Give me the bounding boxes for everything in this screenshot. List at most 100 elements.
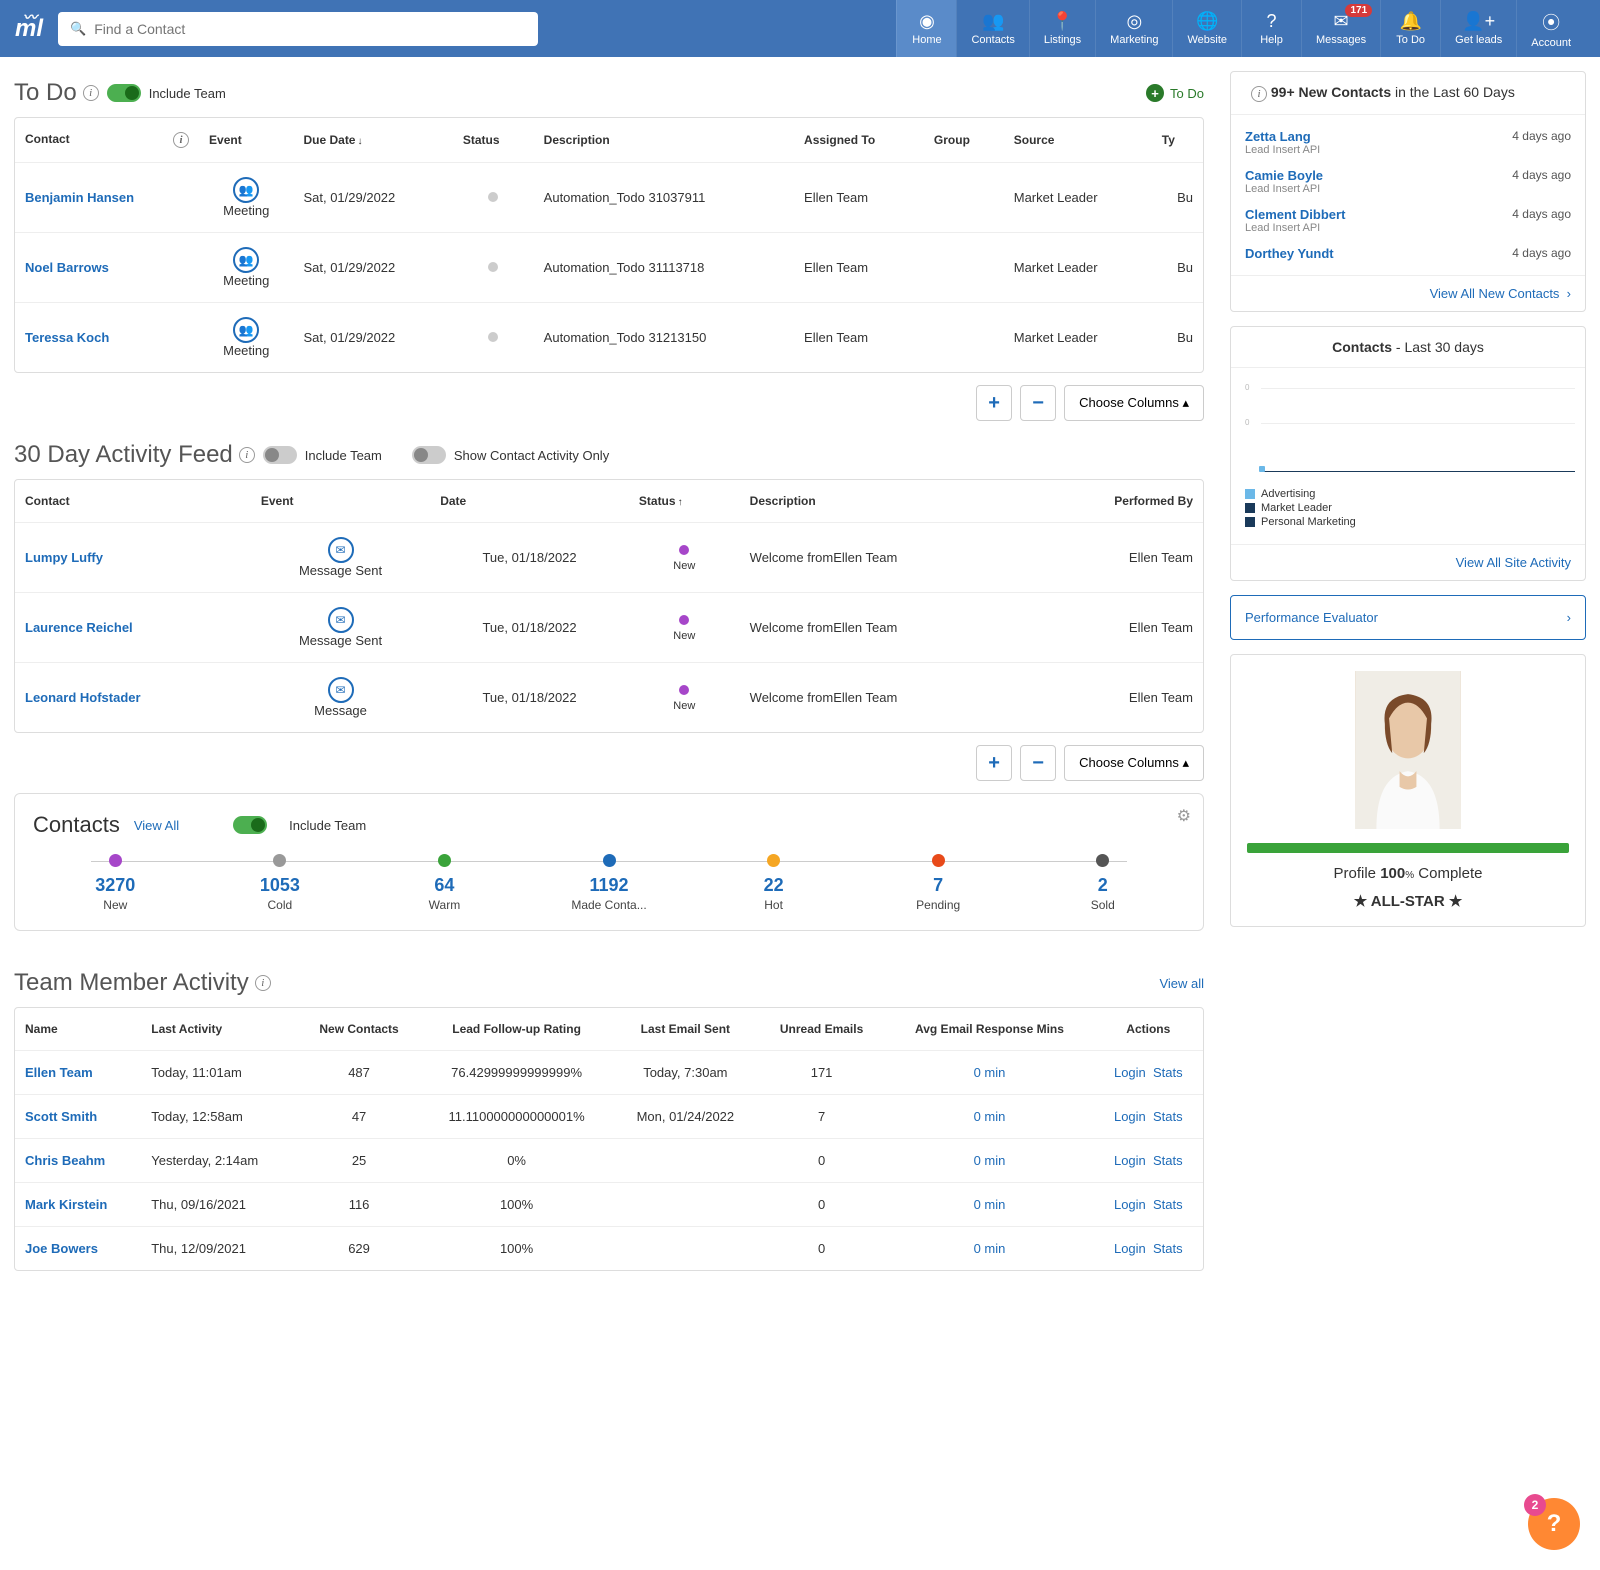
- gear-icon[interactable]: ⚙: [1177, 806, 1191, 826]
- team-view-all[interactable]: View all: [1159, 976, 1204, 991]
- stage-pending[interactable]: 7Pending: [856, 854, 1021, 912]
- contact-link[interactable]: Lumpy Luffy: [25, 550, 103, 565]
- stage-warm[interactable]: 64Warm: [362, 854, 527, 912]
- activity-table: ContactEventDateStatus↑DescriptionPerfor…: [15, 480, 1203, 732]
- col-header[interactable]: Ty: [1152, 118, 1203, 163]
- table-row: Noel Barrows 👥Meeting Sat, 01/29/2022 Au…: [15, 233, 1203, 303]
- stage-madeconta[interactable]: 1192Made Conta...: [527, 854, 692, 912]
- col-header[interactable]: New Contacts: [298, 1008, 421, 1051]
- meeting-icon: 👥: [233, 177, 259, 203]
- contact-link[interactable]: Benjamin Hansen: [25, 190, 134, 205]
- col-header[interactable]: Avg Email Response Mins: [885, 1008, 1093, 1051]
- contact-link[interactable]: Leonard Hofstader: [25, 690, 141, 705]
- stats-link[interactable]: Stats: [1153, 1197, 1183, 1212]
- contacts-include-team-toggle[interactable]: [233, 816, 267, 834]
- stage-sold[interactable]: 2Sold: [1020, 854, 1185, 912]
- member-link[interactable]: Mark Kirstein: [25, 1197, 107, 1212]
- col-header[interactable]: Status: [453, 118, 534, 163]
- remove-column-button[interactable]: −: [1020, 745, 1056, 781]
- stage-new[interactable]: 3270New: [33, 854, 198, 912]
- nav-account[interactable]: ⦿Account: [1516, 0, 1585, 57]
- contact-link[interactable]: Noel Barrows: [25, 260, 109, 275]
- col-header[interactable]: Description: [534, 118, 794, 163]
- logo[interactable]: ml: [15, 15, 43, 43]
- col-header[interactable]: Event: [251, 480, 430, 523]
- add-todo-button[interactable]: + To Do: [1146, 84, 1204, 102]
- col-header[interactable]: Status↑: [629, 480, 740, 523]
- col-header[interactable]: Due Date↓: [293, 118, 452, 163]
- help-fab[interactable]: ? 2: [1528, 1498, 1580, 1550]
- member-link[interactable]: Chris Beahm: [25, 1153, 105, 1168]
- search-input[interactable]: [94, 21, 526, 37]
- col-header[interactable]: Performed By: [1031, 480, 1203, 523]
- stage-hot[interactable]: 22Hot: [691, 854, 856, 912]
- col-header[interactable]: Description: [740, 480, 1032, 523]
- col-header[interactable]: Unread Emails: [758, 1008, 885, 1051]
- col-header[interactable]: Name: [15, 1008, 141, 1051]
- col-header[interactable]: Contact: [15, 480, 251, 523]
- nav-contacts[interactable]: 👥Contacts: [956, 0, 1028, 57]
- contact-link[interactable]: Camie Boyle: [1245, 168, 1323, 183]
- fab-badge: 2: [1524, 1494, 1546, 1516]
- stats-link[interactable]: Stats: [1153, 1065, 1183, 1080]
- contact-link[interactable]: Clement Dibbert: [1245, 207, 1345, 222]
- nav-messages[interactable]: 171✉Messages: [1301, 0, 1380, 57]
- info-icon[interactable]: i: [255, 975, 271, 991]
- contact-link[interactable]: Laurence Reichel: [25, 620, 133, 635]
- info-icon[interactable]: i: [1251, 86, 1267, 102]
- login-link[interactable]: Login: [1114, 1241, 1146, 1256]
- login-link[interactable]: Login: [1114, 1109, 1146, 1124]
- nav-marketing[interactable]: ◎Marketing: [1095, 0, 1172, 57]
- stats-link[interactable]: Stats: [1153, 1241, 1183, 1256]
- col-header[interactable]: Date: [430, 480, 629, 523]
- message-icon: ✉: [328, 677, 354, 703]
- todo-include-team-toggle[interactable]: [107, 84, 141, 102]
- contact-link[interactable]: Zetta Lang: [1245, 129, 1320, 144]
- stats-link[interactable]: Stats: [1153, 1109, 1183, 1124]
- performance-evaluator[interactable]: Performance Evaluator ›: [1230, 595, 1586, 640]
- activity-contact-only-toggle[interactable]: [412, 446, 446, 464]
- chevron-right-icon: ›: [1567, 610, 1571, 625]
- col-header[interactable]: Event: [199, 118, 293, 163]
- nav-to-do[interactable]: 🔔To Do: [1380, 0, 1440, 57]
- contact-link[interactable]: Teressa Koch: [25, 330, 109, 345]
- col-header[interactable]: Last Email Sent: [613, 1008, 758, 1051]
- stage-cold[interactable]: 1053Cold: [198, 854, 363, 912]
- contacts-view-all[interactable]: View All: [134, 818, 179, 833]
- member-link[interactable]: Scott Smith: [25, 1109, 97, 1124]
- col-header[interactable]: Lead Follow-up Rating: [420, 1008, 613, 1051]
- remove-column-button[interactable]: −: [1020, 385, 1056, 421]
- nav-website[interactable]: 🌐Website: [1172, 0, 1241, 57]
- allstar-badge: ★ ALL-STAR ★: [1247, 892, 1569, 910]
- info-icon[interactable]: i: [83, 85, 99, 101]
- choose-columns-button[interactable]: Choose Columns ▴: [1064, 385, 1204, 421]
- nav-listings[interactable]: 📍Listings: [1029, 0, 1095, 57]
- view-all-new-contacts[interactable]: View All New Contacts ›: [1430, 286, 1571, 301]
- member-link[interactable]: Ellen Team: [25, 1065, 93, 1080]
- nav-help[interactable]: ?Help: [1241, 0, 1301, 57]
- nav-get-leads[interactable]: 👤+Get leads: [1440, 0, 1516, 57]
- col-header[interactable]: Assigned To: [794, 118, 924, 163]
- choose-columns-button[interactable]: Choose Columns ▴: [1064, 745, 1204, 781]
- member-link[interactable]: Joe Bowers: [25, 1241, 98, 1256]
- view-all-site-activity[interactable]: View All Site Activity: [1456, 555, 1571, 570]
- add-column-button[interactable]: +: [976, 385, 1012, 421]
- nav-home[interactable]: ◉Home: [896, 0, 956, 57]
- search-box[interactable]: 🔍: [58, 12, 538, 46]
- info-icon[interactable]: i: [239, 447, 255, 463]
- col-header[interactable]: Last Activity: [141, 1008, 298, 1051]
- col-header[interactable]: Actions: [1094, 1008, 1203, 1051]
- contact-link[interactable]: Dorthey Yundt: [1245, 246, 1334, 261]
- activity-include-team-toggle[interactable]: [263, 446, 297, 464]
- login-link[interactable]: Login: [1114, 1197, 1146, 1212]
- login-link[interactable]: Login: [1114, 1153, 1146, 1168]
- todo-include-team-label: Include Team: [149, 86, 226, 101]
- col-header[interactable]: Source: [1004, 118, 1152, 163]
- activity-contact-only-label: Show Contact Activity Only: [454, 448, 609, 463]
- stats-link[interactable]: Stats: [1153, 1153, 1183, 1168]
- col-header[interactable]: Contacti: [15, 118, 199, 163]
- login-link[interactable]: Login: [1114, 1065, 1146, 1080]
- add-column-button[interactable]: +: [976, 745, 1012, 781]
- col-header[interactable]: Group: [924, 118, 1004, 163]
- new-contact-item: Dorthey Yundt4 days ago: [1245, 240, 1571, 267]
